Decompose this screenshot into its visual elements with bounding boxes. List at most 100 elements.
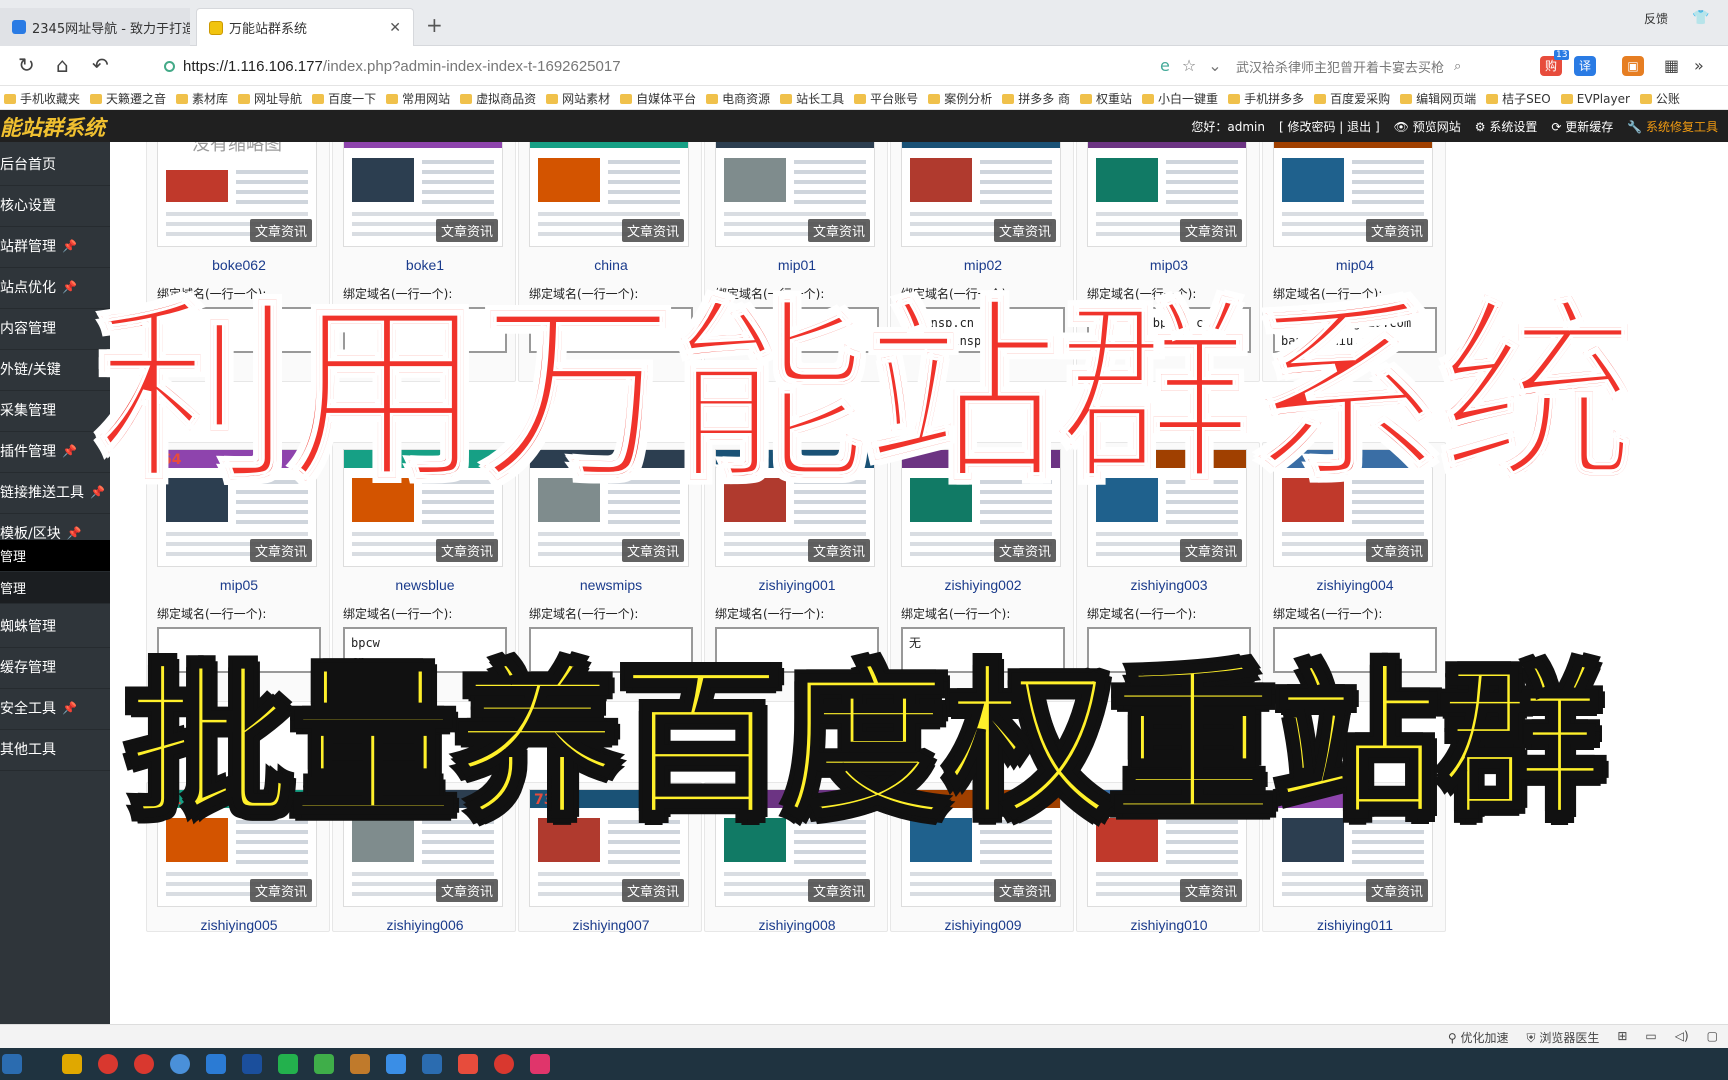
bookmark-item[interactable]: 天籁遷之音: [86, 86, 172, 107]
site-name-link[interactable]: newsblue: [333, 577, 517, 593]
site-name-link[interactable]: zishiying002: [891, 577, 1075, 593]
domain-textarea[interactable]: bpcw cn: [343, 627, 507, 673]
bookmark-item[interactable]: 网址导航: [234, 86, 308, 107]
game-ext-icon[interactable]: ▣: [1622, 56, 1644, 76]
site-thumbnail[interactable]: 73 文章资讯: [529, 789, 689, 907]
start-icon[interactable]: [2, 1054, 22, 1074]
optimize-speed-button[interactable]: ⚲ 优化加速: [1448, 1029, 1509, 1046]
site-name-link[interactable]: mip03: [1077, 257, 1261, 273]
site-thumbnail[interactable]: 文章资讯: [529, 449, 689, 567]
site-name-link[interactable]: zishiying001: [705, 577, 889, 593]
bookmark-item[interactable]: 拼多多 商: [998, 86, 1076, 107]
site-name-link[interactable]: zishiying011: [1263, 917, 1447, 933]
bookmark-item[interactable]: 素材库: [172, 86, 234, 107]
apps-grid-icon[interactable]: ▦: [1664, 56, 1679, 75]
site-thumbnail[interactable]: 文章资讯: [901, 449, 1061, 567]
sidebar-item[interactable]: 内容管理: [0, 306, 110, 350]
tab-station-system[interactable]: 万能站群系统 ✕: [196, 8, 414, 46]
bookmark-item[interactable]: 电商资源: [702, 86, 776, 107]
site-thumbnail[interactable]: 64 文章资讯: [157, 449, 317, 567]
site-name-link[interactable]: boke062: [147, 257, 331, 273]
search-suggest[interactable]: 武汉袷杀律师主犯曾开着卡宴去买枪 ⌕: [1236, 52, 1516, 80]
site-name-link[interactable]: mip05: [147, 577, 331, 593]
new-tab-icon[interactable]: +: [426, 13, 443, 37]
site-name-link[interactable]: zishiying005: [147, 917, 331, 933]
site-thumbnail[interactable]: 文章资讯: [1087, 142, 1247, 247]
bookmark-item[interactable]: 常用网站: [382, 86, 456, 107]
ie-mode-icon[interactable]: e: [1160, 56, 1170, 75]
site-name-link[interactable]: zishiying006: [333, 917, 517, 933]
bookmark-item[interactable]: 手机拼多多: [1224, 86, 1310, 107]
preview-site-button[interactable]: 👁 预览网站: [1394, 118, 1461, 135]
bookmark-item[interactable]: 编辑网页端: [1396, 86, 1482, 107]
site-thumbnail[interactable]: 77 文章资讯: [1273, 789, 1433, 907]
browser-doctor-button[interactable]: ⛨ 浏览器医生: [1526, 1029, 1599, 1046]
site-thumbnail[interactable]: 文章资讯: [1273, 142, 1433, 247]
site-thumbnail[interactable]: 76 文章资讯: [1087, 789, 1247, 907]
translate-ext-icon[interactable]: 译: [1574, 56, 1596, 76]
domain-textarea[interactable]: [715, 307, 879, 353]
feedback-link[interactable]: 反馈: [1644, 10, 1668, 27]
skin-icon[interactable]: 👕: [1692, 10, 1709, 26]
bookmark-item[interactable]: 小白一键重: [1138, 86, 1224, 107]
record-icon[interactable]: [494, 1054, 514, 1074]
notes-icon[interactable]: [386, 1054, 406, 1074]
bookmark-item[interactable]: 网站素材: [542, 86, 616, 107]
site-thumbnail[interactable]: 文章资讯: [529, 142, 689, 247]
sidebar-item[interactable]: 站点优化 📌: [0, 265, 110, 309]
site-thumbnail[interactable]: 71 文章资讯: [157, 789, 317, 907]
site-thumbnail[interactable]: 75 文章资讯: [901, 789, 1061, 907]
domain-textarea[interactable]: daikuan.bpcww.cn: [1087, 307, 1251, 353]
app-icon[interactable]: [458, 1054, 478, 1074]
app-icon[interactable]: [350, 1054, 370, 1074]
system-settings-button[interactable]: ⚙ 系统设置: [1475, 118, 1538, 135]
site-thumbnail[interactable]: 文章资讯: [715, 449, 875, 567]
more-icon[interactable]: »: [1694, 56, 1704, 75]
display-icon[interactable]: ▭: [1645, 1029, 1656, 1046]
volume-icon[interactable]: ◁): [1675, 1029, 1689, 1046]
site-name-link[interactable]: mip01: [705, 257, 889, 273]
site-thumbnail[interactable]: 文章资讯: [901, 142, 1061, 247]
tab-2345[interactable]: 2345网址导航 - 致力于打造百: [0, 8, 190, 46]
site-name-link[interactable]: newsmips: [519, 577, 703, 593]
site-name-link[interactable]: zishiying008: [705, 917, 889, 933]
domain-textarea[interactable]: [715, 627, 879, 673]
sidebar-item[interactable]: 管理: [0, 572, 110, 604]
file-explorer-icon[interactable]: [62, 1054, 82, 1074]
bookmark-item[interactable]: 手机收藏夹: [0, 86, 86, 107]
site-name-link[interactable]: zishiying007: [519, 917, 703, 933]
reload-icon[interactable]: ↻: [18, 53, 35, 77]
sidebar-item[interactable]: 站群管理 📌: [0, 224, 110, 268]
site-name-link[interactable]: mip02: [891, 257, 1075, 273]
bookmark-item[interactable]: 公账: [1636, 86, 1686, 107]
site-thumbnail[interactable]: 文章资讯: [343, 449, 503, 567]
chrome-icon[interactable]: [170, 1054, 190, 1074]
telegram-icon[interactable]: [206, 1054, 226, 1074]
sidebar-item[interactable]: 采集管理: [0, 388, 110, 432]
repair-tool-button[interactable]: 🔧 系统修复工具: [1627, 118, 1718, 135]
domain-textarea[interactable]: 无: [901, 627, 1065, 673]
domain-textarea[interactable]: [1273, 627, 1437, 673]
undo-icon[interactable]: ↶: [92, 53, 109, 77]
sidebar-item[interactable]: 蜘蛛管理: [0, 604, 110, 648]
sidebar-item[interactable]: 其他工具: [0, 727, 110, 771]
bookmark-item[interactable]: 案例分析: [924, 86, 998, 107]
domain-textarea[interactable]: [157, 307, 321, 353]
site-thumbnail[interactable]: 文章资讯: [715, 142, 875, 247]
sidebar-item[interactable]: 缓存管理: [0, 645, 110, 689]
app-icon[interactable]: [422, 1054, 442, 1074]
bookmark-item[interactable]: 百度一下: [308, 86, 382, 107]
domain-textarea[interactable]: [157, 627, 321, 673]
bookmark-item[interactable]: EVPlayer: [1557, 88, 1636, 106]
star-icon[interactable]: ☆: [1182, 56, 1196, 75]
home-icon[interactable]: ⌂: [56, 53, 69, 77]
sidebar-item[interactable]: 后台首页: [0, 142, 110, 186]
sidebar-item[interactable]: 管理: [0, 540, 110, 572]
site-thumbnail[interactable]: 74 文章资讯: [715, 789, 875, 907]
bookmark-item[interactable]: 平台账号: [850, 86, 924, 107]
site-name-link[interactable]: mip04: [1263, 257, 1447, 273]
close-tab-icon[interactable]: ✕: [389, 20, 401, 36]
window-icon[interactable]: ▢: [1707, 1029, 1718, 1046]
address-bar[interactable]: https://1.116.106.177/index.php?admin-in…: [148, 52, 1158, 80]
bookmark-item[interactable]: 百度爱采购: [1310, 86, 1396, 107]
